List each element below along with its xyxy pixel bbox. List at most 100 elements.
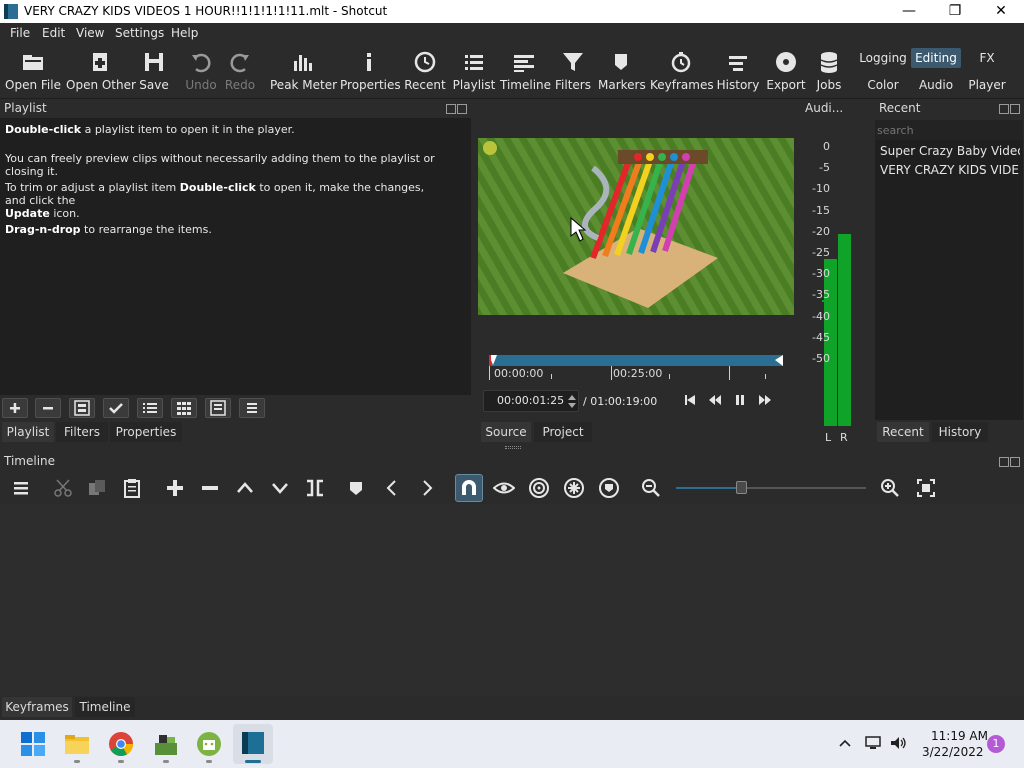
game-app-icon[interactable] — [153, 731, 179, 757]
playlist-details-view-button[interactable] — [137, 398, 163, 418]
next-marker-icon[interactable] — [416, 477, 438, 499]
zoom-slider-track[interactable] — [676, 487, 866, 489]
tab-properties[interactable]: Properties — [110, 422, 182, 442]
playlist-add-button[interactable] — [2, 398, 28, 418]
maximize-button[interactable]: ❐ — [932, 0, 978, 23]
position-timecode-field[interactable]: 00:00:01:25 — [483, 390, 579, 412]
history-button[interactable]: History — [716, 43, 760, 99]
spinner-arrows-icon[interactable] — [567, 393, 577, 410]
playlist-dock-buttons[interactable] — [445, 101, 469, 114]
player-scrubber[interactable] — [489, 355, 783, 366]
playlist-button[interactable]: Playlist — [452, 43, 496, 99]
info-icon — [367, 53, 371, 71]
timeline-dock-buttons[interactable] — [998, 454, 1022, 467]
playlist-area[interactable]: Double-click a playlist item to open it … — [0, 118, 471, 395]
shotcut-taskbar-button[interactable] — [233, 724, 273, 764]
timeline-menu-icon[interactable] — [10, 477, 32, 499]
properties-button[interactable]: Properties — [340, 43, 401, 99]
open-other-button[interactable]: Open Other — [66, 43, 136, 99]
tab-recent[interactable]: Recent — [877, 422, 929, 442]
save-button[interactable]: Save — [136, 43, 172, 99]
fast-forward-icon[interactable] — [758, 394, 772, 406]
tab-timeline[interactable]: Timeline — [75, 697, 135, 717]
layout-player[interactable]: Player — [962, 75, 1012, 95]
snap-toggle[interactable] — [455, 474, 483, 502]
tab-playlist[interactable]: Playlist — [2, 422, 54, 442]
tab-history[interactable]: History — [932, 422, 988, 442]
network-icon[interactable] — [864, 735, 882, 751]
filters-button[interactable]: Filters — [554, 43, 592, 99]
playlist-tiles-view-button[interactable] — [171, 398, 197, 418]
paste-icon[interactable] — [121, 477, 143, 499]
previous-marker-icon[interactable] — [381, 477, 403, 499]
history-label: History — [716, 78, 760, 92]
ripple-markers-icon[interactable] — [598, 477, 620, 499]
tab-project[interactable]: Project — [534, 422, 592, 442]
markers-button[interactable]: Markers — [598, 43, 646, 99]
playlist-remove-button[interactable] — [35, 398, 61, 418]
timeline-button[interactable]: Timeline — [500, 43, 551, 99]
zoom-fit-icon[interactable] — [915, 477, 937, 499]
menu-help[interactable]: Help — [171, 26, 198, 40]
close-button[interactable]: ✕ — [978, 0, 1024, 23]
menu-file[interactable]: File — [10, 26, 30, 40]
tab-filters[interactable]: Filters — [56, 422, 108, 442]
playlist-check-button[interactable] — [103, 398, 129, 418]
pause-icon[interactable] — [734, 394, 746, 406]
zoom-out-icon[interactable] — [640, 477, 662, 499]
open-file-button[interactable]: Open File — [4, 43, 62, 99]
overwrite-chevron-down-icon[interactable] — [269, 477, 291, 499]
skip-previous-icon[interactable] — [684, 394, 696, 406]
ripple-all-tracks-icon[interactable] — [563, 477, 585, 499]
timeline-tracks-area[interactable] — [0, 504, 1024, 696]
append-plus-icon[interactable] — [164, 477, 186, 499]
recent-item-2[interactable]: VERY CRAZY KIDS VIDE... — [880, 163, 1020, 177]
recent-button[interactable]: Recent — [404, 43, 446, 99]
cut-icon[interactable] — [52, 477, 74, 499]
menu-settings[interactable]: Settings — [115, 26, 164, 40]
playlist-icons-view-button[interactable] — [205, 398, 231, 418]
keyframes-button[interactable]: Keyframes — [650, 43, 714, 99]
peak-meter-button[interactable]: Peak Meter — [270, 43, 337, 99]
windows-start-icon[interactable] — [20, 731, 46, 757]
splitter-grip[interactable] — [505, 446, 521, 449]
layout-fx[interactable]: FX — [962, 48, 1012, 68]
taskbar-time[interactable]: 11:19 AM — [931, 729, 988, 743]
ripple-delete-minus-icon[interactable] — [199, 477, 221, 499]
volume-icon[interactable] — [889, 735, 907, 751]
playlist-menu-button[interactable] — [239, 398, 265, 418]
chrome-icon[interactable] — [108, 731, 134, 757]
recent-search-input[interactable] — [875, 120, 1023, 140]
recent-item-1[interactable]: Super Crazy Baby Video... — [880, 144, 1020, 158]
layout-editing[interactable]: Editing — [911, 48, 961, 68]
ripple-icon[interactable] — [528, 477, 550, 499]
video-preview[interactable] — [478, 138, 794, 315]
zoom-in-icon[interactable] — [879, 477, 901, 499]
menu-edit[interactable]: Edit — [42, 26, 65, 40]
notification-badge[interactable]: 1 — [987, 735, 1005, 753]
lift-chevron-up-icon[interactable] — [234, 477, 256, 499]
layout-audio[interactable]: Audio — [911, 75, 961, 95]
layout-color[interactable]: Color — [858, 75, 908, 95]
layout-logging[interactable]: Logging — [858, 48, 908, 68]
minimize-button[interactable]: — — [886, 0, 932, 23]
recent-dock-buttons[interactable] — [998, 101, 1022, 114]
file-explorer-icon[interactable] — [64, 731, 90, 757]
redo-button[interactable]: Redo — [222, 43, 258, 99]
add-marker-icon[interactable] — [345, 477, 367, 499]
android-app-icon[interactable] — [196, 731, 222, 757]
tab-source[interactable]: Source — [481, 422, 531, 442]
taskbar-date[interactable]: 3/22/2022 — [922, 745, 984, 759]
rewind-icon[interactable] — [708, 394, 722, 406]
split-icon[interactable] — [304, 477, 326, 499]
system-tray-chevron-up-icon[interactable] — [838, 737, 852, 749]
export-button[interactable]: Export — [766, 43, 806, 99]
menu-view[interactable]: View — [76, 26, 104, 40]
undo-button[interactable]: Undo — [183, 43, 219, 99]
jobs-button[interactable]: Jobs — [810, 43, 848, 99]
tab-keyframes[interactable]: Keyframes — [2, 697, 72, 717]
zoom-slider-handle[interactable] — [736, 481, 747, 494]
copy-icon[interactable] — [86, 477, 108, 499]
scrub-eye-icon[interactable] — [493, 477, 515, 499]
playlist-update-button[interactable] — [69, 398, 95, 418]
